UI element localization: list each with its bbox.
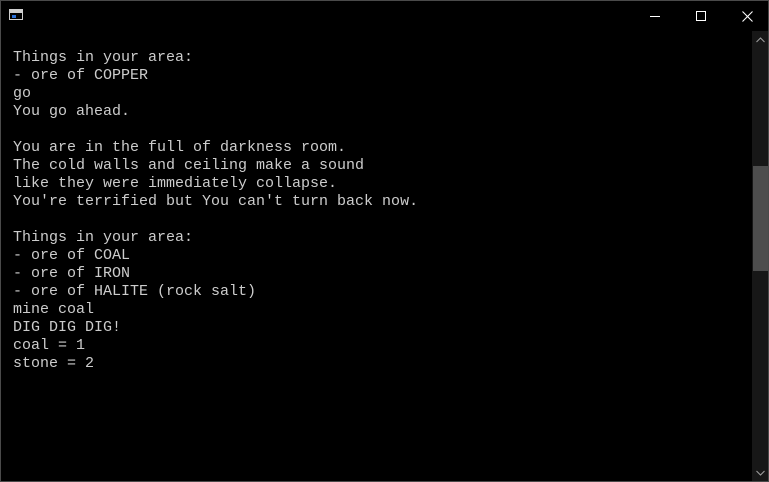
vertical-scrollbar[interactable] <box>752 31 768 481</box>
scroll-up-button[interactable] <box>752 31 768 48</box>
console-line: - ore of HALITE (rock salt) <box>13 283 257 300</box>
console-line: - ore of IRON <box>13 265 131 282</box>
close-button[interactable] <box>724 1 768 31</box>
scrollbar-thumb[interactable] <box>753 166 768 272</box>
console-line: You are in the full of darkness room. <box>13 139 347 156</box>
console-line: coal = 1 <box>13 337 86 354</box>
console-line: go <box>13 85 32 102</box>
console-line: You're terrified but You can't turn back… <box>13 193 419 210</box>
console-line: DIG DIG DIG! <box>13 319 122 336</box>
console-app-icon[interactable] <box>9 9 23 20</box>
console-line: The cold walls and ceiling make a sound <box>13 157 365 174</box>
maximize-icon <box>696 11 706 21</box>
title-bar[interactable] <box>1 1 768 31</box>
console-line: Things in your area: <box>13 229 194 246</box>
console-line: like they were immediately collapse. <box>13 175 338 192</box>
console-output[interactable]: Things in your area: - ore of COPPER go … <box>13 31 748 481</box>
console-window: Things in your area: - ore of COPPER go … <box>0 0 769 482</box>
console-line: - ore of COPPER <box>13 67 149 84</box>
close-icon <box>741 10 753 22</box>
minimize-icon <box>650 16 660 17</box>
scroll-down-button[interactable] <box>752 464 768 481</box>
console-line: stone = 2 <box>13 355 95 372</box>
chevron-up-icon <box>756 36 765 42</box>
console-line: Things in your area: <box>13 49 194 66</box>
minimize-button[interactable] <box>632 1 678 31</box>
console-line: - ore of COAL <box>13 247 131 264</box>
console-line: You go ahead. <box>13 103 131 120</box>
chevron-down-icon <box>756 470 765 476</box>
console-line: mine coal <box>13 301 95 318</box>
maximize-button[interactable] <box>678 1 724 31</box>
